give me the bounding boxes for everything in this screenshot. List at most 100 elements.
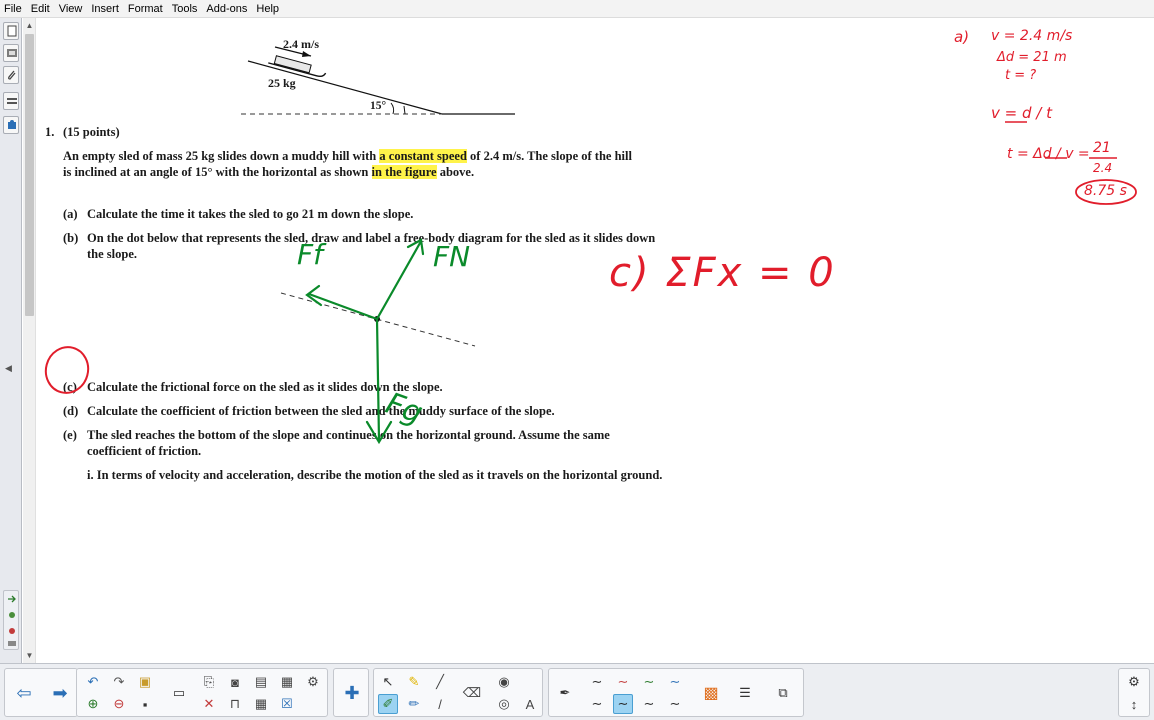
note-part-c-equation: c) ΣFx = 0 (609, 250, 836, 296)
menu-tools[interactable]: Tools (172, 3, 198, 15)
vertical-scrollbar[interactable]: ▲ ▼ (23, 18, 36, 663)
menu-insert[interactable]: Insert (91, 3, 119, 15)
ink-annotations (44, 121, 1137, 445)
addons-button[interactable]: ✚ (337, 678, 367, 708)
normal-arrow (375, 241, 422, 321)
color-palette-button[interactable]: ▩ (701, 683, 721, 703)
screen-shade-button[interactable]: ▤ (251, 672, 271, 692)
creative-pen-button[interactable]: ✐ (378, 694, 398, 714)
next-page-button[interactable]: ➡ (45, 678, 75, 708)
screen-capture-button[interactable]: ◙ (225, 672, 245, 692)
stroke-black-icon: ∼ (591, 674, 603, 689)
paste-button[interactable]: ⎘ (199, 672, 219, 692)
save-button[interactable]: ▪ (135, 694, 155, 714)
clipboard-icon: ⎘ (203, 674, 215, 689)
scrollbar-thumb[interactable] (25, 34, 34, 316)
full-screen-button[interactable]: ⊓ (225, 694, 245, 714)
clear-button[interactable]: ☒ (277, 694, 297, 714)
redo-button[interactable]: ↷ (109, 672, 129, 692)
drawing-tools-group: ↖ ✎ ╱ ✐ ✏ / ⌫ ◉ ◎ A (373, 668, 543, 717)
note-unknown-time: t = ? (1005, 68, 1037, 83)
add-page-button[interactable]: ⊕ (83, 694, 103, 714)
palette-icon: ▩ (703, 685, 719, 702)
gallery-icon (7, 49, 17, 57)
arrow-left-icon: ⇦ (16, 682, 32, 703)
pen-color-red-button[interactable]: ∼ (613, 672, 633, 692)
menu-addons[interactable]: Add-ons (206, 3, 247, 15)
puzzle-icon (8, 120, 16, 129)
add-page-icon: ⊕ (87, 696, 99, 711)
properties-button[interactable] (3, 92, 19, 110)
display-button[interactable]: ▭ (169, 683, 189, 703)
delete-page-icon: ⊖ (113, 696, 125, 711)
settings-button[interactable]: ⚙ (303, 672, 323, 692)
stroke-green-icon: ∼ (643, 674, 655, 689)
menu-help[interactable]: Help (256, 3, 279, 15)
scroll-down-icon[interactable]: ▼ (23, 649, 36, 662)
text-tool-button[interactable]: A (520, 694, 540, 714)
close-icon: ✕ (203, 696, 215, 711)
delete-button[interactable]: ✕ (199, 694, 219, 714)
menu-bar: File Edit View Insert Format Tools Add-o… (0, 0, 1154, 18)
line-icon: ╱ (436, 674, 444, 689)
undo-button[interactable]: ↶ (83, 672, 103, 692)
collapse-arrow-icon[interactable]: ◀ (5, 363, 12, 374)
transparency-button[interactable]: ⧉ (773, 683, 793, 703)
gallery-button[interactable] (3, 44, 19, 62)
eraser-button[interactable]: ⌫ (462, 683, 482, 703)
lines-icon: ☰ (739, 685, 751, 700)
page-sorter-button[interactable] (3, 22, 19, 40)
line-tool-button[interactable]: ╱ (430, 672, 450, 692)
table-button[interactable]: ▦ (251, 694, 271, 714)
pen-tool-button[interactable]: ✎ (404, 672, 424, 692)
bottom-toolbar: ⇦ ➡ ↶ ↷ ▣ ⊕ ⊖ ▪ ▭ ⎘ ◙ ▤ ▦ ⚙ ✕ ⊓ ▦ ☒ ✚ ↖ … (0, 663, 1154, 720)
side-tools-stack[interactable] (3, 590, 19, 650)
pen-width-thick-button[interactable]: ∼ (639, 694, 659, 714)
select-tool-button[interactable]: ↖ (378, 672, 398, 692)
pen-icon: ✎ (408, 674, 420, 689)
addons-panel-button[interactable] (3, 116, 19, 134)
open-button[interactable]: ▣ (135, 672, 155, 692)
menu-edit[interactable]: Edit (31, 3, 50, 15)
stroke-medium-icon: ∼ (617, 696, 629, 711)
pen-style-button[interactable]: ✒ (555, 683, 575, 703)
menu-file[interactable]: File (4, 3, 22, 15)
previous-page-button[interactable]: ⇦ (9, 678, 39, 708)
magic-pen-button[interactable]: ◎ (494, 694, 514, 714)
menu-view[interactable]: View (59, 3, 83, 15)
menu-format[interactable]: Format (128, 3, 163, 15)
delete-page-button[interactable]: ⊖ (109, 694, 129, 714)
customize-toolbar-button[interactable]: ⚙ (1124, 672, 1144, 692)
clear-icon: ☒ (281, 696, 293, 711)
pen-color-green-button[interactable]: ∼ (639, 672, 659, 692)
whiteboard-canvas[interactable]: 2.4 m/s 25 kg 15° 1. (15 points) An empt… (37, 18, 1154, 663)
pen-width-medium-button[interactable]: ∼ (613, 694, 633, 714)
shade-icon: ▤ (254, 674, 268, 689)
gear-icon: ⚙ (307, 674, 319, 689)
side-panel: ◀ (0, 18, 22, 663)
document-camera-button[interactable]: ▦ (277, 672, 297, 692)
gear-icon: ⚙ (1128, 674, 1140, 689)
pen-shape-button[interactable]: / (430, 694, 450, 714)
highlighter-icon: ✏ (408, 696, 420, 711)
pen-color-black-button[interactable]: ∼ (587, 672, 607, 692)
toolbar-position-button[interactable]: ↕ (1124, 694, 1144, 714)
stroke-blue-icon: ∼ (669, 674, 681, 689)
navigation-group: ⇦ ➡ (4, 668, 78, 717)
magic-pen-icon: ◎ (498, 696, 510, 711)
note-calc-numerator: 21 (1093, 140, 1111, 156)
scroll-up-icon[interactable]: ▲ (23, 19, 36, 32)
fill-tool-button[interactable]: ◉ (494, 672, 514, 692)
pen-width-thin-button[interactable]: ∼ (587, 694, 607, 714)
pen-color-blue-button[interactable]: ∼ (665, 672, 685, 692)
line-style-button[interactable]: ☰ (735, 683, 755, 703)
stroke-thick-icon: ∼ (643, 696, 655, 711)
pen-width-xthick-button[interactable]: ∼ (665, 694, 685, 714)
doc-camera-icon: ▦ (280, 674, 294, 689)
camera-icon: ◙ (231, 674, 239, 690)
note-given-distance: Δd = 21 m (997, 50, 1067, 65)
eraser-icon: ⌫ (462, 685, 482, 700)
highlighter-button[interactable]: ✏ (404, 694, 424, 714)
attachments-button[interactable] (3, 66, 19, 84)
table-icon: ▦ (254, 696, 268, 711)
